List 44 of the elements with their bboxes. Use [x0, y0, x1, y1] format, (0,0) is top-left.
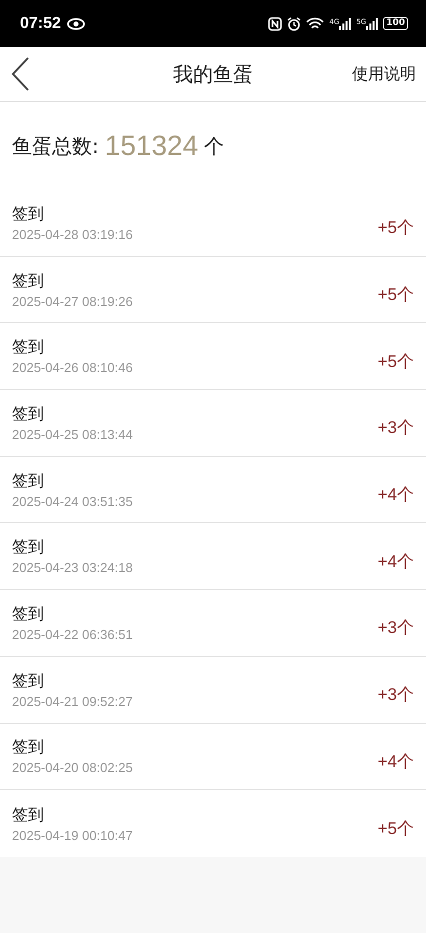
- signal-icon: [339, 18, 352, 30]
- nfc-icon: [268, 16, 282, 30]
- record-time: 2025-04-20 08:02:25: [12, 760, 133, 776]
- record-time: 2025-04-24 03:51:35: [12, 494, 133, 509]
- total-label: 鱼蛋总数:: [12, 132, 99, 160]
- record-amount: +3个: [378, 617, 414, 640]
- page-title: 我的鱼蛋: [173, 60, 253, 88]
- record-title: 签到: [12, 337, 45, 358]
- record-time: 2025-04-23 03:24:18: [12, 560, 133, 576]
- record-title: 签到: [12, 204, 45, 225]
- record-time: 2025-04-21 09:52:27: [12, 694, 133, 709]
- record-title: 签到: [12, 737, 45, 758]
- record-time: 2025-04-19 00:10:47: [12, 828, 133, 843]
- record-amount: +5个: [378, 284, 414, 306]
- record-time: 2025-04-25 08:13:44: [12, 426, 133, 442]
- record-amount: +5个: [378, 217, 414, 240]
- record-amount: +3个: [378, 417, 414, 440]
- record-title: 签到: [12, 604, 45, 625]
- record-title: 签到: [12, 537, 45, 558]
- eye-icon: [66, 18, 85, 30]
- record-title: 签到: [12, 270, 45, 292]
- record-amount: +3个: [378, 684, 414, 706]
- record-title: 签到: [12, 804, 45, 826]
- record-amount: +5个: [378, 350, 414, 373]
- alarm-icon: [287, 16, 302, 30]
- record-time: 2025-04-22 06:36:51: [12, 626, 133, 642]
- record-time: 2025-04-26 08:10:46: [12, 360, 133, 376]
- record-time: 2025-04-28 03:19:16: [12, 226, 133, 242]
- instructions-link[interactable]: 使用说明: [352, 64, 416, 84]
- record-amount: +4个: [378, 750, 414, 773]
- total-count: 151324: [104, 130, 198, 162]
- signal-icon: [366, 18, 378, 30]
- record-title: 签到: [12, 404, 45, 425]
- battery-indicator: 100: [383, 17, 408, 30]
- record-title: 签到: [12, 670, 45, 692]
- record-title: 签到: [12, 470, 45, 492]
- wifi-icon: [306, 16, 324, 30]
- status-time: 07:52: [20, 14, 61, 32]
- back-button[interactable]: [10, 56, 30, 92]
- record-amount: +4个: [378, 484, 414, 506]
- record-amount: +4个: [378, 550, 414, 573]
- record-time: 2025-04-27 08:19:26: [12, 294, 133, 309]
- record-amount: +5个: [378, 818, 414, 840]
- total-unit: 个: [204, 132, 224, 160]
